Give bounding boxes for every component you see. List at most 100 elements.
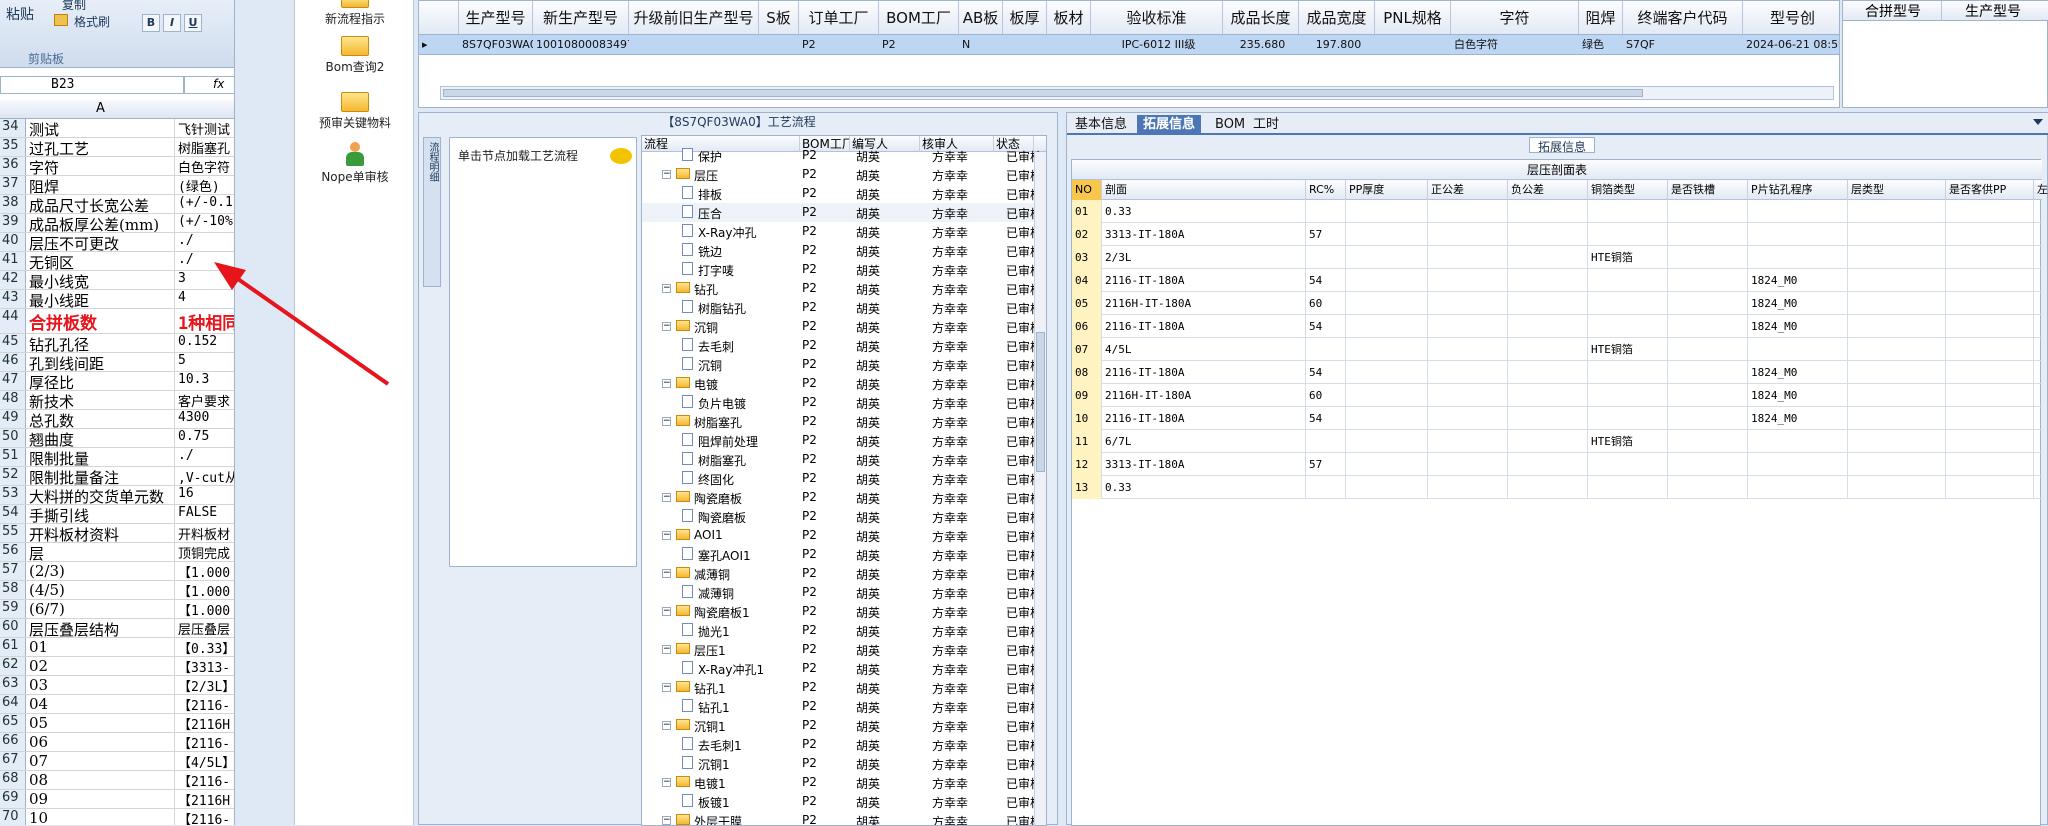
lamination-cell[interactable] bbox=[1848, 453, 1946, 476]
cell-a[interactable]: 层 bbox=[27, 543, 175, 561]
tree-row[interactable]: 打字唛 P2 胡英 方幸幸 已审核 bbox=[642, 260, 1042, 279]
lamination-cell[interactable]: 60 bbox=[1306, 292, 1346, 315]
lamination-cell[interactable]: 0.33 bbox=[1102, 476, 1306, 499]
row-number[interactable]: 46 bbox=[0, 353, 26, 371]
lamination-cell[interactable]: 04 bbox=[1072, 269, 1102, 292]
cell-a[interactable]: 层压不可更改 bbox=[27, 233, 175, 251]
cell-a[interactable]: 新技术 bbox=[27, 391, 175, 409]
lamination-cell[interactable] bbox=[1946, 292, 2034, 315]
lamination-cell[interactable]: 2116-IT-180A bbox=[1102, 315, 1306, 338]
tab-work-hours[interactable]: 工时 bbox=[1247, 115, 1285, 135]
grid-header-cell[interactable]: 新生产型号 bbox=[533, 1, 629, 34]
lamination-cell[interactable] bbox=[1346, 407, 1428, 430]
tree-row[interactable]: − 电镀1 P2 胡英 方幸幸 已审核 bbox=[642, 773, 1042, 792]
row-number[interactable]: 63 bbox=[0, 676, 26, 694]
cell-a[interactable]: 成品尺寸长宽公差 bbox=[27, 195, 175, 213]
lamination-cell[interactable]: 54 bbox=[1306, 361, 1346, 384]
grid-cell[interactable]: S7QF bbox=[1623, 35, 1743, 54]
lamination-cell[interactable]: 1824_M0 bbox=[1748, 407, 1848, 430]
collapse-toggle-icon[interactable]: − bbox=[662, 284, 671, 293]
row-number[interactable]: 61 bbox=[0, 638, 26, 656]
row-number[interactable]: 68 bbox=[0, 771, 26, 789]
lamination-cell[interactable] bbox=[1428, 430, 1508, 453]
cell-a[interactable]: 限制批量备注 bbox=[27, 467, 175, 485]
grid-header-cell[interactable]: 终端客户代码 bbox=[1623, 1, 1743, 34]
lamination-cell[interactable] bbox=[1946, 453, 2034, 476]
row-number[interactable]: 40 bbox=[0, 233, 26, 251]
grid-cell[interactable] bbox=[1375, 35, 1451, 54]
lamination-cell[interactable] bbox=[1346, 338, 1428, 361]
lamination-cell[interactable]: 2116-IT-180A bbox=[1102, 269, 1306, 292]
lamination-cell[interactable] bbox=[2034, 361, 2048, 384]
lamination-cell[interactable] bbox=[1428, 269, 1508, 292]
lamination-row[interactable]: 05 2116H-IT-180A 60 1824_M0 bbox=[1072, 292, 2042, 315]
cell-a[interactable]: (6/7) bbox=[27, 600, 175, 618]
lamination-cell[interactable] bbox=[1946, 269, 2034, 292]
lamination-cell[interactable] bbox=[1428, 476, 1508, 499]
row-number[interactable]: 42 bbox=[0, 271, 26, 289]
lamination-cell[interactable] bbox=[1946, 384, 2034, 407]
lamination-cell[interactable] bbox=[1668, 292, 1748, 315]
lamination-cell[interactable] bbox=[1946, 476, 2034, 499]
lamination-cell[interactable] bbox=[1508, 246, 1588, 269]
lamination-header-cell[interactable]: NO bbox=[1072, 180, 1102, 200]
formula-bar[interactable]: fx bbox=[184, 76, 234, 94]
lamination-cell[interactable]: 1824_M0 bbox=[1748, 269, 1848, 292]
cell-a[interactable]: 09 bbox=[27, 790, 175, 808]
cell-a[interactable]: 03 bbox=[27, 676, 175, 694]
collapse-toggle-icon[interactable]: − bbox=[662, 417, 671, 426]
grid-cell[interactable]: P2 bbox=[799, 35, 879, 54]
lamination-row[interactable]: 13 0.33 bbox=[1072, 476, 2042, 499]
lamination-cell[interactable] bbox=[2034, 407, 2048, 430]
lamination-cell[interactable] bbox=[2034, 200, 2048, 223]
tree-row[interactable]: 排板 P2 胡英 方幸幸 已审核 bbox=[642, 184, 1042, 203]
grid-header-cell[interactable]: 板材 bbox=[1047, 1, 1091, 34]
grid-cell[interactable] bbox=[1047, 35, 1091, 54]
tree-row[interactable]: − 沉铜 P2 胡英 方幸幸 已审核 bbox=[642, 317, 1042, 336]
lamination-cell[interactable] bbox=[1508, 384, 1588, 407]
lamination-cell[interactable] bbox=[1848, 361, 1946, 384]
lamination-cell[interactable] bbox=[1346, 246, 1428, 269]
row-number[interactable]: 51 bbox=[0, 448, 26, 466]
lamination-cell[interactable] bbox=[1748, 430, 1848, 453]
italic-button[interactable]: I bbox=[163, 14, 181, 32]
lamination-cell[interactable] bbox=[1946, 338, 2034, 361]
tree-row[interactable]: 保护 P2 胡英 方幸幸 已审核 bbox=[642, 146, 1042, 165]
lamination-cell[interactable] bbox=[2034, 384, 2048, 407]
paste-button[interactable]: 粘贴 bbox=[6, 4, 34, 24]
lamination-cell[interactable] bbox=[2034, 292, 2048, 315]
lamination-cell[interactable] bbox=[1428, 315, 1508, 338]
lamination-cell[interactable] bbox=[1668, 361, 1748, 384]
lamination-cell[interactable]: 10 bbox=[1072, 407, 1102, 430]
collapse-toggle-icon[interactable]: − bbox=[662, 493, 671, 502]
lamination-cell[interactable]: 02 bbox=[1072, 223, 1102, 246]
row-number[interactable]: 36 bbox=[0, 157, 26, 175]
grid-cell[interactable]: 197.800 bbox=[1299, 35, 1375, 54]
collapse-toggle-icon[interactable]: − bbox=[662, 721, 671, 730]
cell-b[interactable]: 白色字符 bbox=[176, 157, 234, 175]
tree-row[interactable]: − 陶瓷磨板 P2 胡英 方幸幸 已审核 bbox=[642, 488, 1042, 507]
lamination-cell[interactable] bbox=[1508, 292, 1588, 315]
cell-a[interactable]: 孔到线间距 bbox=[27, 353, 175, 371]
tree-row[interactable]: − 沉铜1 P2 胡英 方幸幸 已审核 bbox=[642, 716, 1042, 735]
lamination-cell[interactable] bbox=[1748, 338, 1848, 361]
row-number[interactable]: 62 bbox=[0, 657, 26, 675]
cell-a[interactable]: 厚径比 bbox=[27, 372, 175, 390]
cell-a[interactable]: 成品板厚公差(mm) bbox=[27, 214, 175, 232]
lamination-cell[interactable] bbox=[1848, 269, 1946, 292]
lamination-row[interactable]: 06 2116-IT-180A 54 1824_M0 bbox=[1072, 315, 2042, 338]
lamination-cell[interactable] bbox=[1668, 453, 1748, 476]
lamination-cell[interactable] bbox=[1428, 338, 1508, 361]
cell-a[interactable]: 层压叠层结构 bbox=[27, 619, 175, 637]
grid-cell[interactable]: 10010800083497 bbox=[533, 35, 629, 54]
grid-header-cell[interactable]: 成品长度 bbox=[1223, 1, 1299, 34]
lamination-cell[interactable] bbox=[1668, 476, 1748, 499]
lamination-cell[interactable] bbox=[1946, 430, 2034, 453]
row-number[interactable]: 49 bbox=[0, 410, 26, 428]
cell-a[interactable]: 无铜区 bbox=[27, 252, 175, 270]
lamination-cell[interactable] bbox=[1306, 200, 1346, 223]
lamination-cell[interactable]: HTE铜箔 bbox=[1588, 338, 1668, 361]
grid-header-cell[interactable]: 生产型号 bbox=[459, 1, 533, 34]
cell-a[interactable]: 钻孔孔径 bbox=[27, 334, 175, 352]
column-a-label[interactable]: A bbox=[96, 101, 105, 116]
